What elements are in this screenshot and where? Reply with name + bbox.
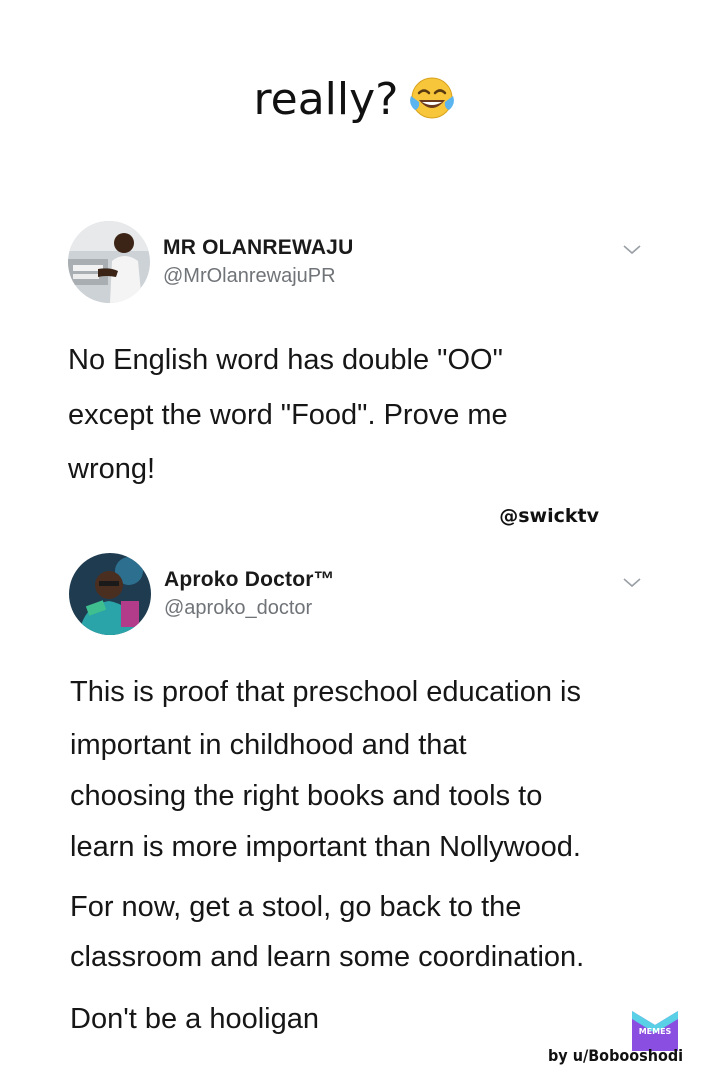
user-handle[interactable]: @aproko_doctor bbox=[164, 597, 312, 620]
avatar[interactable] bbox=[68, 221, 150, 303]
memes-logo-text: MEMES bbox=[638, 1027, 672, 1036]
tweet-text-line: choosing the right books and tools to bbox=[70, 780, 543, 812]
tweet-text-line: Don't be a hooligan bbox=[70, 1003, 320, 1035]
watermark-handle: @swicktv bbox=[499, 505, 599, 527]
tweet-text-line: For now, get a stool, go back to the bbox=[70, 891, 522, 923]
tweet-text-line: wrong! bbox=[68, 453, 156, 485]
chevron-down-icon[interactable] bbox=[622, 577, 642, 589]
user-handle[interactable]: @MrOlanrewajuPR bbox=[163, 265, 336, 288]
caption-text: really? bbox=[253, 74, 399, 125]
chevron-down-icon[interactable] bbox=[622, 244, 642, 256]
byline: by u/Bobooshodi bbox=[548, 1046, 684, 1065]
post-caption: really? bbox=[0, 74, 710, 125]
avatar[interactable] bbox=[69, 553, 151, 635]
tweet-text-line: classroom and learn some coordination. bbox=[70, 941, 585, 973]
tweet-text-line: important in childhood and that bbox=[70, 729, 467, 761]
tweet-text-line: This is proof that preschool education i… bbox=[70, 676, 581, 708]
display-name[interactable]: Aproko Doctor™ bbox=[164, 568, 335, 592]
tweet-text-line: learn is more important than Nollywood. bbox=[70, 831, 581, 863]
tweet-text-line: No English word has double "OO" bbox=[68, 344, 503, 376]
display-name[interactable]: MR OLANREWAJU bbox=[163, 236, 353, 260]
tears-of-joy-emoji-icon bbox=[409, 77, 454, 119]
tweet-text-line: except the word "Food". Prove me bbox=[68, 399, 508, 431]
